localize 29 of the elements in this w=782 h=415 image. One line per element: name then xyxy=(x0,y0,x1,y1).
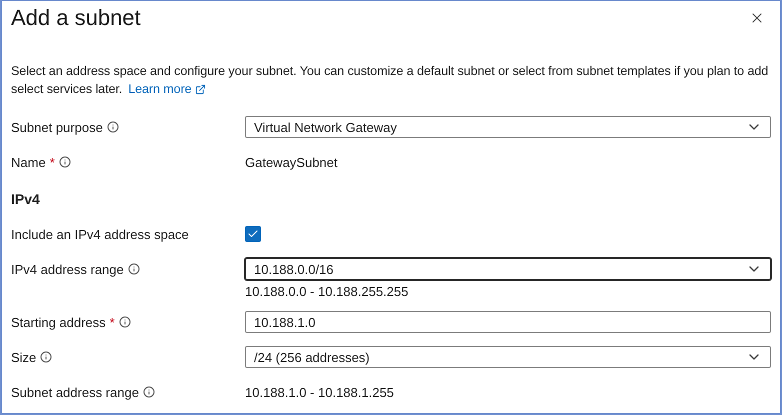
dialog-title: Add a subnet xyxy=(11,5,141,31)
section-heading: IPv4 xyxy=(11,191,40,207)
description: Select an address space and configure your subnet. You can customize a default subnet or select from subnet templates if you plan to add select services later. Learn more xyxy=(11,63,770,98)
check-icon xyxy=(247,228,259,240)
field-label: IPv4 address range xyxy=(11,262,124,276)
info-icon[interactable] xyxy=(106,121,119,133)
dropdown[interactable]: Virtual Network Gateway xyxy=(245,116,771,138)
info-icon[interactable] xyxy=(40,351,52,363)
dropdown[interactable]: 10.188.0.0/16 xyxy=(245,258,771,280)
info-icon[interactable] xyxy=(118,316,131,328)
field-label: Size xyxy=(11,350,36,364)
info-icon[interactable] xyxy=(58,156,71,168)
range-hint: 10.188.0.0 - 10.188.255.255 xyxy=(245,284,410,299)
field-label: Starting address xyxy=(11,314,106,330)
required-mark: * xyxy=(110,314,115,330)
field-label: Subnet address range xyxy=(11,384,139,400)
field-label: Include an IPv4 address space xyxy=(11,226,189,242)
dropdown[interactable]: /24 (256 addresses) xyxy=(245,346,771,368)
field-value: 10.188.1.0 - 10.188.1.255 xyxy=(245,384,395,402)
checkbox[interactable] xyxy=(245,226,261,242)
info-icon[interactable] xyxy=(128,263,140,275)
info-icon[interactable] xyxy=(142,386,155,398)
required-mark: * xyxy=(50,154,55,170)
input-field[interactable]: 10.188.1.0 xyxy=(245,311,771,333)
field-label: Subnet purpose xyxy=(11,120,103,134)
field-value: GatewaySubnet xyxy=(245,154,339,172)
field-label: Name xyxy=(11,154,46,170)
learn-more-link[interactable]: Learn more xyxy=(128,80,206,98)
external-link-icon xyxy=(194,84,206,94)
